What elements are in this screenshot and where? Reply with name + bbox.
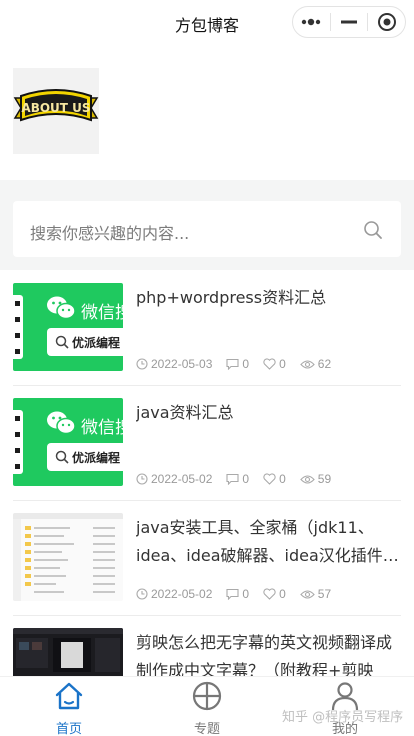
thumbnail-pill-text: 优派编程 bbox=[72, 451, 121, 465]
eye-icon bbox=[300, 359, 315, 369]
post-title[interactable]: java资料汇总 bbox=[136, 399, 402, 427]
like-count-value: 0 bbox=[279, 472, 286, 486]
tab-topics[interactable]: 专题 bbox=[138, 677, 276, 736]
heart-icon bbox=[263, 588, 276, 600]
qr-code-fragment bbox=[13, 295, 23, 359]
close-miniprogram-button[interactable] bbox=[368, 7, 405, 37]
view-count-value: 59 bbox=[317, 472, 332, 486]
home-icon bbox=[55, 682, 83, 710]
thumbnail-headline: 微信搜 bbox=[81, 418, 123, 438]
wechat-promo-image: 微信搜 优派编程 bbox=[13, 398, 123, 486]
heart-icon bbox=[263, 473, 276, 485]
circle-plus-icon bbox=[192, 681, 222, 711]
comment-count: 0 bbox=[226, 357, 249, 371]
view-count: 57 bbox=[300, 587, 331, 601]
thumbnail-headline: 微信搜 bbox=[81, 303, 123, 323]
banner: ABOUT US bbox=[0, 44, 414, 180]
list-item[interactable]: java安装工具、全家桶（jdk11、idea、idea破解器、idea汉化插件… bbox=[0, 500, 414, 615]
clock-icon bbox=[136, 473, 148, 485]
svg-text:ABOUT US: ABOUT US bbox=[21, 101, 90, 115]
comment-count: 0 bbox=[226, 472, 249, 486]
post-date: 2022-05-02 bbox=[136, 587, 212, 601]
post-date-value: 2022-05-03 bbox=[151, 357, 213, 371]
view-count-value: 57 bbox=[317, 587, 332, 601]
comment-count-value: 0 bbox=[242, 587, 250, 601]
search-placeholder: 搜索你感兴趣的内容... bbox=[30, 224, 190, 243]
like-count-value: 0 bbox=[279, 587, 286, 601]
eye-icon bbox=[300, 589, 315, 599]
heart-icon bbox=[263, 358, 276, 370]
wechat-icon bbox=[47, 296, 76, 320]
post-title[interactable]: java安装工具、全家桶（jdk11、idea、idea破解器、idea汉化插件… bbox=[136, 514, 402, 570]
comment-icon bbox=[226, 473, 239, 485]
tab-label: 首页 bbox=[55, 722, 82, 736]
list-item[interactable]: 微信搜 优派编程 php+wordpress资料汇总 2022-05-03 0 … bbox=[0, 270, 414, 385]
wechat-promo-image: 微信搜 优派编程 bbox=[13, 283, 123, 371]
search-section: 搜索你感兴趣的内容... bbox=[0, 180, 414, 270]
search-input[interactable]: 搜索你感兴趣的内容... bbox=[13, 201, 401, 257]
view-count: 62 bbox=[300, 357, 331, 371]
miniprogram-capsule bbox=[292, 6, 406, 38]
post-date-value: 2022-05-02 bbox=[151, 587, 213, 601]
eye-icon bbox=[300, 474, 315, 484]
search-icon bbox=[55, 450, 69, 464]
search-icon bbox=[55, 335, 69, 349]
post-thumbnail[interactable]: 微信搜 优派编程 bbox=[13, 283, 123, 371]
search-pill: 优派编程 bbox=[47, 328, 123, 356]
post-date: 2022-05-03 bbox=[136, 357, 212, 371]
post-meta: 2022-05-03 0 0 62 bbox=[136, 356, 345, 372]
like-count-value: 0 bbox=[279, 357, 286, 371]
view-count: 59 bbox=[300, 472, 331, 486]
about-us-logo[interactable]: ABOUT US bbox=[13, 68, 99, 154]
like-count: 0 bbox=[263, 587, 286, 601]
tab-home[interactable]: 首页 bbox=[0, 677, 138, 736]
post-thumbnail[interactable]: 微信搜 优派编程 bbox=[13, 398, 123, 486]
more-options-button[interactable] bbox=[293, 7, 330, 37]
minimize-button[interactable] bbox=[331, 7, 368, 37]
post-date-value: 2022-05-02 bbox=[151, 472, 213, 486]
comment-count-value: 0 bbox=[242, 357, 250, 371]
file-explorer-screenshot bbox=[13, 513, 123, 601]
clock-icon bbox=[136, 358, 148, 370]
like-count: 0 bbox=[263, 357, 286, 371]
post-title[interactable]: php+wordpress资料汇总 bbox=[136, 284, 402, 312]
comment-count-value: 0 bbox=[242, 472, 250, 486]
list-item[interactable]: 微信搜 优派编程 java资料汇总 2022-05-02 0 0 bbox=[0, 385, 414, 500]
post-meta: 2022-05-02 0 0 59 bbox=[136, 471, 345, 487]
tab-label: 专题 bbox=[193, 722, 220, 736]
about-us-badge-icon: ABOUT US bbox=[13, 89, 99, 122]
comment-icon bbox=[226, 588, 239, 600]
post-thumbnail[interactable] bbox=[13, 513, 123, 601]
like-count: 0 bbox=[263, 472, 286, 486]
wechat-icon bbox=[47, 411, 76, 435]
target-icon bbox=[377, 13, 396, 31]
search-icon[interactable] bbox=[363, 220, 383, 240]
view-count-value: 62 bbox=[317, 357, 332, 371]
post-meta: 2022-05-02 0 0 57 bbox=[136, 586, 345, 602]
search-pill: 优派编程 bbox=[47, 443, 123, 471]
comment-icon bbox=[226, 358, 239, 370]
post-date: 2022-05-02 bbox=[136, 472, 212, 486]
clock-icon bbox=[136, 588, 148, 600]
comment-count: 0 bbox=[226, 587, 249, 601]
more-dots-icon bbox=[302, 18, 321, 26]
qr-code-fragment bbox=[13, 410, 23, 474]
watermark: 知乎 @程序员写程序 bbox=[282, 710, 404, 725]
navigation-bar: 方包博客 bbox=[0, 0, 414, 44]
thumbnail-pill-text: 优派编程 bbox=[72, 336, 121, 350]
minus-icon bbox=[341, 20, 357, 24]
post-list: 微信搜 优派编程 php+wordpress资料汇总 2022-05-03 0 … bbox=[0, 270, 414, 730]
